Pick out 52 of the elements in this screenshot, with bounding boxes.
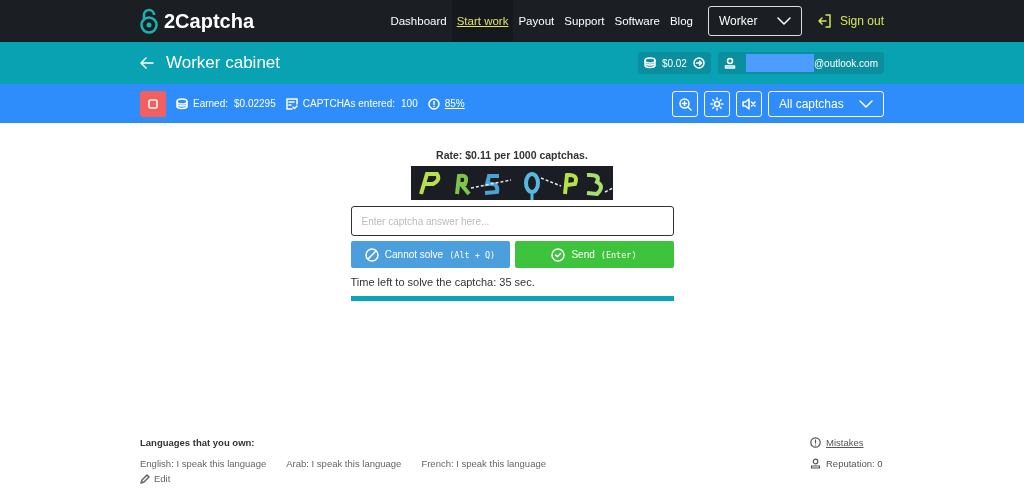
coins-icon: [176, 97, 188, 110]
info-icon: [810, 437, 821, 448]
info-icon: [427, 97, 440, 110]
arrow-circle-icon: [692, 57, 705, 69]
nav-link[interactable]: Software: [609, 0, 665, 42]
nav-link[interactable]: Support: [559, 0, 610, 42]
brightness-button[interactable]: [704, 90, 730, 117]
nav-link[interactable]: Payout: [513, 0, 560, 42]
padlock-icon: [140, 8, 158, 34]
nav-link[interactable]: Dashboard: [385, 0, 452, 42]
entered-value: 100: [401, 98, 418, 109]
zoom-button[interactable]: [672, 90, 698, 117]
brightness-icon: [710, 96, 724, 111]
pencil-icon: [140, 473, 150, 484]
edit-link[interactable]: Edit: [140, 473, 546, 484]
back-arrow-icon: [140, 57, 154, 69]
check-circle-icon: [551, 247, 566, 262]
mistakes-link[interactable]: Mistakes: [826, 437, 864, 448]
time-left-text: Time left to solve the captcha: 35 sec.: [350, 276, 535, 288]
user-icon: [810, 458, 821, 469]
entered-label: CAPTCHAs entered:: [302, 98, 395, 109]
chevron-down-icon: [776, 17, 791, 25]
language-item: English: I speak this language: [140, 458, 267, 469]
user-icon: [723, 57, 736, 69]
zoom-icon: [678, 96, 692, 111]
role-dropdown[interactable]: Worker: [707, 6, 802, 36]
captcha-entered-icon: [285, 97, 298, 110]
earned-value: $0.02295: [234, 98, 276, 109]
brand-name[interactable]: 2Captcha: [164, 9, 255, 33]
languages-heading: Languages that you own:: [140, 437, 256, 448]
answer-field[interactable]: Enter captcha answer here...: [350, 206, 674, 236]
chevron-down-icon: [859, 99, 873, 108]
stop-icon: [148, 98, 158, 109]
mute-icon: [742, 96, 756, 111]
nav-link[interactable]: Start work: [451, 0, 514, 42]
redaction-block: [745, 54, 814, 72]
page-title: Worker cabinet: [166, 53, 280, 73]
mute-button[interactable]: [736, 90, 762, 117]
back-button[interactable]: [140, 57, 154, 69]
language-item: Arab: I speak this language: [286, 458, 402, 469]
sign-out-icon: [817, 14, 832, 28]
reputation-text: Reputation: 0: [826, 458, 883, 469]
nav-link[interactable]: Blog: [664, 0, 698, 42]
stop-button[interactable]: [140, 90, 166, 117]
rate-text: Rate: $0.11 per 1000 captchas.: [436, 149, 588, 161]
account-button[interactable]: @outlook.com: [717, 52, 884, 74]
balance-button[interactable]: $0.02: [637, 52, 711, 74]
coins-icon: [643, 57, 656, 69]
earned-label: Earned:: [193, 98, 229, 109]
prohibited-icon: [364, 247, 379, 262]
sign-out-link[interactable]: Sign out: [817, 14, 884, 28]
language-item: French: I speak this language: [421, 458, 546, 469]
